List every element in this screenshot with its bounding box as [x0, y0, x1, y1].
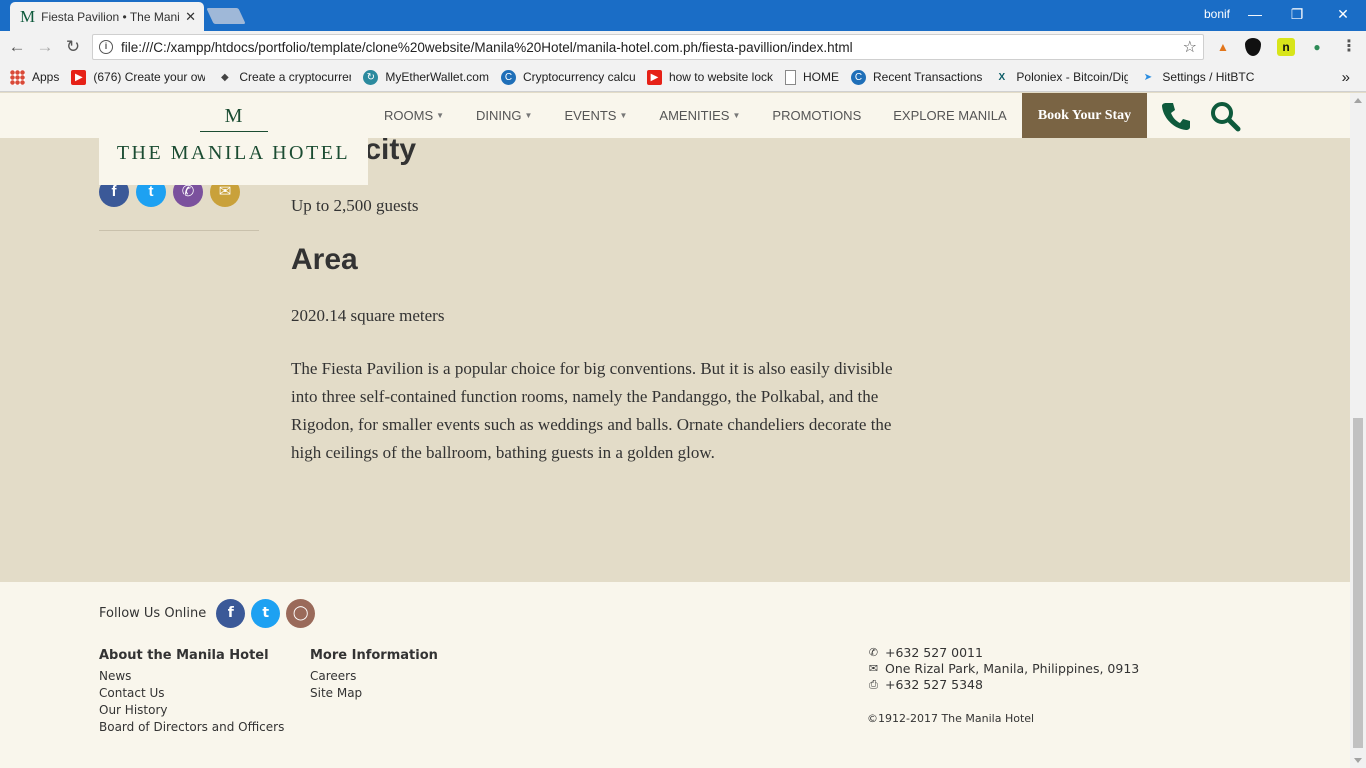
phone-icon[interactable]	[1160, 100, 1192, 132]
tab-title: Fiesta Pavilion • The Manila Hotel	[41, 9, 179, 24]
bookmark-item[interactable]: ➤ Settings / HitBTC	[1140, 70, 1255, 85]
book-your-stay-button[interactable]: Book Your Stay	[1022, 93, 1147, 138]
coin-calculator-icon: C	[500, 69, 516, 85]
bookmarks-bar: Apps ▶ (676) Create your own ◆ Create a …	[0, 63, 1366, 92]
footer-contact: ✆ +632 527 0011 ✉ One Rizal Park, Manila, …	[867, 645, 1139, 693]
menu-dining[interactable]: DINING ▼	[476, 108, 532, 123]
window-restore-icon[interactable]: ❐	[1282, 4, 1312, 26]
bookmark-item[interactable]: X Poloniex - Bitcoin/Digital	[994, 70, 1129, 85]
menu-explore-manila[interactable]: EXPLORE MANILA	[893, 108, 1006, 123]
more-bookmarks-icon[interactable]: »	[1342, 69, 1350, 86]
ethereum-icon: ◆	[221, 71, 229, 83]
footer-more-column: More Information Careers Site Map	[310, 648, 438, 702]
menu-rooms[interactable]: ROOMS ▼	[384, 108, 444, 123]
search-icon[interactable]	[1209, 100, 1241, 132]
footer-about-heading: About the Manila Hotel	[99, 648, 269, 663]
scroll-down-icon[interactable]	[1354, 758, 1362, 763]
manila-hotel-favicon-icon: M	[20, 6, 36, 26]
youtube-icon: ▶	[646, 69, 662, 85]
logo-mark: M	[224, 105, 243, 127]
page-viewport: ROOMS ▼ DINING ▼ EVENTS ▼ AMENITIES ▼ PROMOT…	[0, 93, 1350, 768]
menu-events[interactable]: EVENTS ▼	[564, 108, 627, 123]
window-minimize-icon[interactable]: —	[1240, 4, 1270, 26]
caret-down-icon: ▼	[619, 111, 628, 120]
scroll-up-icon[interactable]	[1354, 98, 1362, 103]
logo-divider	[199, 131, 268, 132]
venue-description: The Fiesta Pavilion is a popular choice …	[291, 359, 893, 462]
metamask-extension-icon[interactable]: ▲	[1214, 38, 1232, 56]
n-extension-icon[interactable]: n	[1277, 38, 1295, 56]
tab-close-icon[interactable]: ✕	[185, 9, 196, 25]
page-scrollbar[interactable]	[1350, 93, 1366, 768]
forward-arrow-icon[interactable]: →	[34, 37, 56, 57]
bookmark-item[interactable]: ↻ MyEtherWallet.com	[363, 69, 489, 85]
back-arrow-icon[interactable]: ←	[6, 37, 28, 57]
bookmark-item[interactable]: ▶ how to website lock	[646, 69, 773, 85]
browser-tab-active[interactable]: M Fiesta Pavilion • The Manila Hotel ✕	[10, 2, 204, 31]
shield-extension-icon[interactable]	[1245, 38, 1261, 56]
chrome-menu-icon[interactable]: ⋮	[1340, 38, 1358, 56]
browser-tab-bar: M Fiesta Pavilion • The Manila Hotel ✕ b…	[0, 0, 1366, 31]
follow-us-label: Follow Us Online	[99, 606, 207, 621]
footer-link-careers[interactable]: Careers	[310, 668, 438, 685]
footer-about-column: About the Manila Hotel News Contact Us O…	[99, 648, 284, 736]
address-bar[interactable]: i file:///C:/xampp/htdocs/portfolio/temp…	[92, 34, 1204, 60]
caret-down-icon: ▼	[732, 111, 741, 120]
follow-us: Follow Us Online f t ◯	[99, 599, 321, 628]
footer-link-our-history[interactable]: Our History	[99, 702, 284, 719]
area-value: 2020.14 square meters	[291, 306, 445, 325]
capacity-value: Up to 2,500 guests	[291, 196, 419, 215]
footer-link-contact-us[interactable]: Contact Us	[99, 685, 284, 702]
reload-icon[interactable]: ↻	[62, 37, 84, 57]
bookmark-star-icon[interactable]: ☆	[1183, 37, 1197, 57]
coin-icon: C	[851, 69, 866, 85]
copyright: ©1912-2017 The Manila Hotel	[867, 712, 1035, 725]
fax-icon: ⎙	[869, 678, 878, 691]
instagram-icon[interactable]: ◯	[286, 599, 316, 628]
twitter-icon[interactable]: t	[251, 599, 281, 628]
caret-down-icon: ▼	[436, 111, 445, 120]
bookmark-item[interactable]: HOME	[785, 69, 839, 85]
sidebar-divider	[99, 230, 259, 231]
bookmark-item[interactable]: C Recent Transactions	[851, 69, 982, 85]
bookmark-item[interactable]: C Cryptocurrency calculator	[500, 69, 635, 85]
footer-link-board[interactable]: Board of Directors and Officers	[99, 719, 284, 736]
hitbtc-icon: ➤	[1143, 71, 1153, 83]
bookmark-item[interactable]: ▶ (676) Create your own	[71, 69, 205, 85]
bookmark-item[interactable]: ◆ Create a cryptocurrency	[217, 70, 351, 85]
main-menu: ROOMS ▼ DINING ▼ EVENTS ▼ AMENITIES ▼ PROMOT…	[384, 93, 1039, 138]
menu-promotions[interactable]: PROMOTIONS	[772, 108, 861, 123]
window-close-icon[interactable]: ✕	[1328, 4, 1358, 26]
address-url[interactable]: file:///C:/xampp/htdocs/portfolio/templa…	[121, 40, 1183, 55]
youtube-icon: ▶	[71, 69, 87, 85]
browser-profile-name[interactable]: bonif	[1204, 7, 1230, 21]
area-heading: Area	[291, 243, 358, 276]
footer-link-site-map[interactable]: Site Map	[310, 685, 438, 702]
logo-name: THE MANILA HOTEL	[116, 142, 351, 164]
page-icon	[785, 69, 796, 85]
apps-grid-icon	[10, 69, 25, 85]
footer-more-heading: More Information	[310, 648, 438, 663]
facebook-icon[interactable]: f	[216, 599, 246, 628]
envelope-icon: ✉	[868, 662, 879, 675]
hotel-logo[interactable]: M THE MANILA HOTEL	[99, 93, 368, 185]
contact-address: One Rizal Park, Manila, Philippines, 091…	[885, 661, 1140, 676]
site-footer: Follow Us Online f t ◯ About the Manila …	[0, 582, 1350, 768]
scrollbar-thumb[interactable]	[1353, 418, 1363, 748]
poloniex-icon: X	[998, 71, 1006, 83]
contact-phone[interactable]: +632 527 0011	[885, 645, 983, 661]
bookmark-item[interactable]: Apps	[10, 69, 59, 85]
browser-toolbar: ← → ↻ i file:///C:/xampp/htdocs/portfoli…	[0, 31, 1366, 63]
contact-fax: +632 527 5348	[885, 677, 983, 692]
new-tab-button[interactable]	[206, 8, 246, 24]
menu-amenities[interactable]: AMENITIES ▼	[659, 108, 740, 123]
site-info-icon[interactable]: i	[99, 40, 113, 54]
caret-down-icon: ▼	[524, 111, 533, 120]
globe-extension-icon[interactable]: ●	[1308, 38, 1326, 56]
phone-icon: ✆	[868, 646, 879, 659]
myetherwallet-icon: ↻	[363, 69, 379, 85]
footer-link-news[interactable]: News	[99, 668, 284, 685]
